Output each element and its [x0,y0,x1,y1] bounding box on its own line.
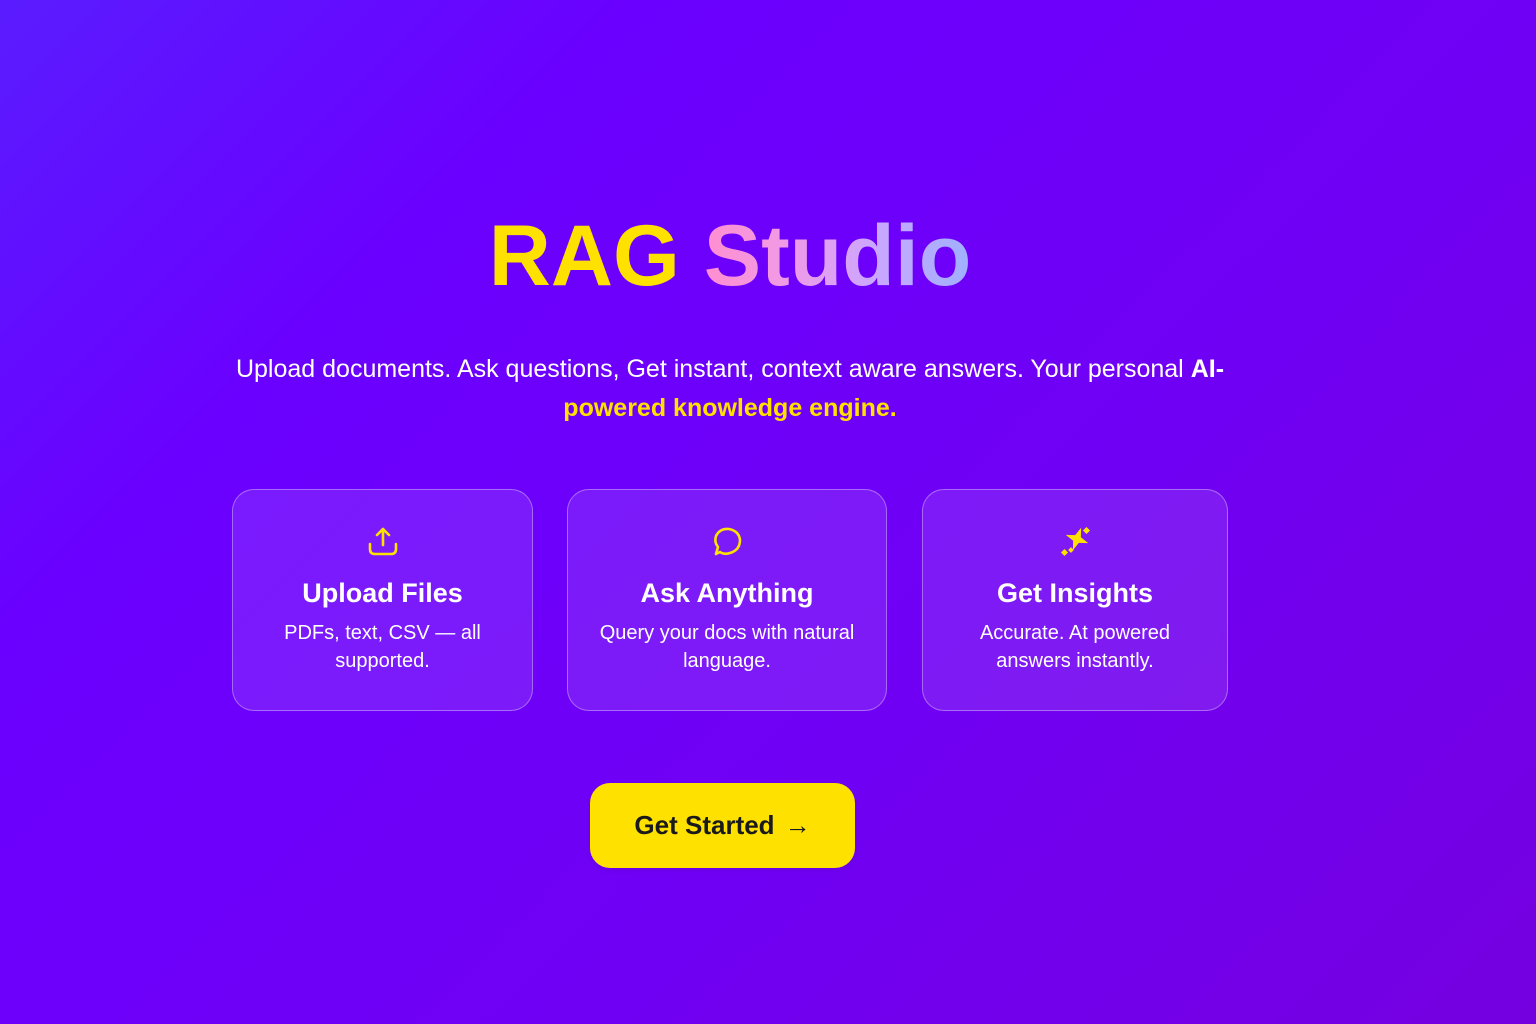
subtitle-highlight-ai: AI- [1190,355,1225,383]
feature-title: Get Insights [996,578,1153,608]
feature-card-ask: Ask Anything Query your docs with natura… [567,489,887,711]
upload-icon [233,524,532,560]
get-started-button[interactable]: Get Started → [590,783,855,868]
arrow-right-icon: → [784,810,811,840]
subtitle-text: Upload documents. Ask questions, Get ins… [235,355,1191,383]
title-rag: RAG [488,208,680,304]
page-title: RAG Studio [0,206,1460,306]
hero-subtitle: Upload documents. Ask questions, Get ins… [225,350,1235,428]
sparkle-icon [923,524,1227,560]
feature-description: PDFs, text, CSV — all supported. [284,622,481,672]
feature-description: Accurate. At powered answers instantly. [979,622,1171,672]
chat-bubble-icon [568,524,886,560]
subtitle-highlight-engine: powered knowledge engine. [563,394,897,422]
feature-card-insights: Get Insights Accurate. At powered answer… [922,489,1228,711]
feature-title: Ask Anything [640,578,814,608]
feature-description: Query your docs with natural language. [599,622,855,672]
title-studio: Studio [703,208,972,304]
get-started-label: Get Started [634,810,775,840]
feature-title: Upload Files [302,578,463,608]
feature-card-upload: Upload Files PDFs, text, CSV — all suppo… [232,489,533,711]
